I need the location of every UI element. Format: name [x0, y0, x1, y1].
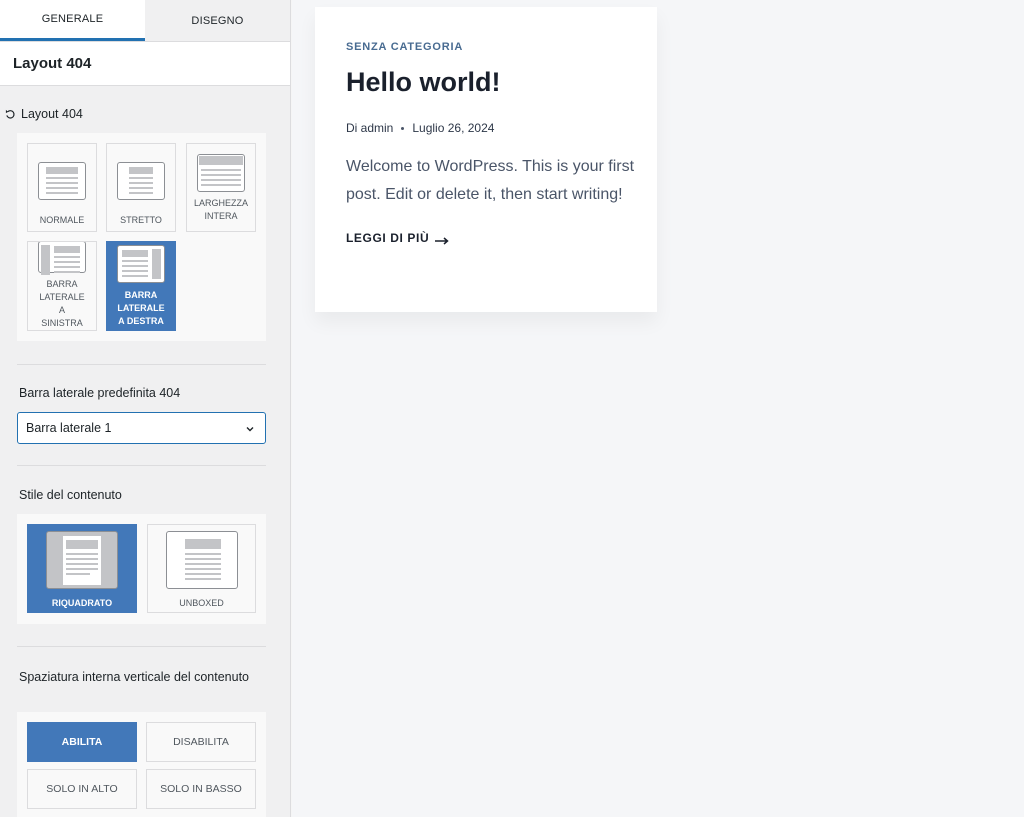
sidebar-select-value: Barra laterale 1	[26, 421, 112, 435]
layout-left-sidebar-icon	[38, 242, 86, 275]
content-style-unboxed[interactable]: UNBOXED	[147, 524, 256, 613]
post-author[interactable]: Di admin	[346, 121, 393, 135]
layout-option-larghezza-intera[interactable]: LARGHEZZA INTERA	[186, 143, 256, 232]
divider	[17, 646, 266, 647]
layout-option-barra-destra[interactable]: BARRA LATERALE A DESTRA	[106, 241, 176, 331]
sidebar-select[interactable]: Barra laterale 1	[17, 412, 266, 444]
layout-control-heading: Layout 404	[4, 107, 83, 121]
section-title: Layout 404	[0, 42, 290, 86]
site-preview: SENZA CATEGORIA Hello world! Di admin Lu…	[292, 0, 1024, 817]
section-title-text: Layout 404	[13, 55, 92, 72]
post-date[interactable]: Luglio 26, 2024	[412, 121, 494, 135]
post-card: SENZA CATEGORIA Hello world! Di admin Lu…	[315, 7, 657, 312]
layout-options: NORMALE STRETTO LARGHEZZA INTERA BARRA L…	[17, 133, 266, 341]
chevron-down-icon	[245, 423, 255, 433]
post-category-link[interactable]: SENZA CATEGORIA	[346, 41, 626, 53]
divider	[17, 364, 266, 365]
tab-disegno[interactable]: DISEGNO	[145, 0, 290, 41]
layout-option-label: BARRA LATERALE A DESTRA	[117, 290, 165, 326]
panel-tabs: GENERALE DISEGNO	[0, 0, 290, 42]
tab-generale[interactable]: GENERALE	[0, 0, 145, 41]
layout-option-normale[interactable]: NORMALE	[27, 143, 97, 232]
read-more-link[interactable]: LEGGI DI PIÙ	[346, 231, 449, 245]
post-meta: Di admin Luglio 26, 2024	[346, 121, 626, 135]
layout-option-stretto[interactable]: STRETTO	[106, 143, 176, 232]
content-style-label: Stile del contenuto	[19, 488, 122, 502]
customizer-panel: GENERALE DISEGNO Layout 404 Layout 404 N…	[0, 0, 291, 817]
layout-heading-text: Layout 404	[21, 107, 83, 121]
padding-abilita-button[interactable]: ABILITA	[27, 722, 137, 762]
arrow-right-icon	[435, 234, 449, 245]
vertical-padding-options: ABILITA DISABILITA SOLO IN ALTO SOLO IN …	[17, 712, 266, 817]
read-more-text: LEGGI DI PIÙ	[346, 231, 430, 245]
meta-separator-dot	[401, 126, 405, 130]
layout-option-label: NORMALE	[39, 215, 85, 225]
layout-option-label: LARGHEZZA INTERA	[193, 198, 248, 221]
unboxed-style-icon	[165, 531, 238, 589]
layout-option-label: BARRA LATERALE A SINISTRA	[39, 279, 85, 328]
boxed-style-icon	[46, 531, 118, 589]
sidebar-select-label: Barra laterale predefinita 404	[19, 386, 181, 400]
vertical-padding-label: Spaziatura interna verticale del contenu…	[19, 670, 250, 684]
padding-solo-basso-button[interactable]: SOLO IN BASSO	[146, 769, 256, 809]
layout-normal-icon	[38, 162, 86, 200]
layout-option-barra-sinistra[interactable]: BARRA LATERALE A SINISTRA	[27, 241, 97, 331]
divider	[17, 465, 266, 466]
layout-narrow-icon	[117, 162, 165, 200]
layout-option-label: STRETTO	[120, 215, 162, 225]
content-style-option-label: RIQUADRATO	[51, 598, 113, 608]
content-style-riquadrato[interactable]: RIQUADRATO	[27, 524, 137, 613]
layout-right-sidebar-icon	[117, 245, 165, 283]
post-title[interactable]: Hello world!	[346, 67, 626, 98]
padding-solo-alto-button[interactable]: SOLO IN ALTO	[27, 769, 137, 809]
content-style-options: RIQUADRATO UNBOXED	[17, 514, 266, 624]
layout-fullwidth-icon	[197, 154, 245, 192]
reset-icon[interactable]	[4, 108, 16, 120]
padding-disabilita-button[interactable]: DISABILITA	[146, 722, 256, 762]
post-excerpt: Welcome to WordPress. This is your first…	[346, 158, 635, 203]
content-style-option-label: UNBOXED	[179, 598, 224, 608]
